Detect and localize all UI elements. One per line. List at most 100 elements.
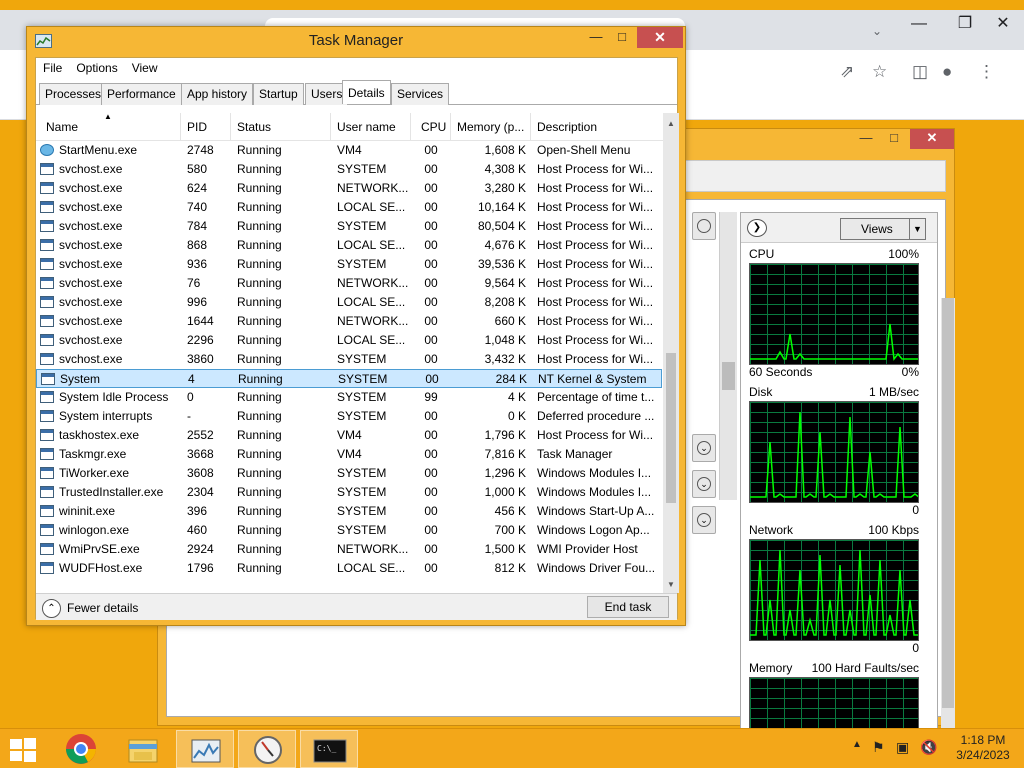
tab-app-history[interactable]: App history: [181, 83, 254, 105]
taskbar-chrome[interactable]: [52, 730, 110, 768]
share-icon[interactable]: ⇗: [840, 62, 854, 82]
profile-avatar-icon[interactable]: ●: [942, 62, 952, 82]
table-row[interactable]: System 4 Running SYSTEM 00 284 K NT Kernel & S…: [36, 369, 662, 388]
close-icon[interactable]: ✕: [980, 10, 1024, 42]
minimize-icon[interactable]: —: [852, 129, 880, 149]
system-clock[interactable]: 1:18 PM 3/24/2023: [946, 733, 1020, 763]
cell-pid: 3668: [187, 447, 214, 461]
tab-details[interactable]: Details: [342, 80, 391, 104]
cell-user: SYSTEM: [337, 257, 387, 271]
table-row[interactable]: svchost.exe 936 Running SYSTEM 00 39,536 K Hos…: [36, 255, 662, 274]
table-row[interactable]: svchost.exe 996 Running LOCAL SE... 00 8,208 …: [36, 293, 662, 312]
browser-menu-icon[interactable]: ⋮: [978, 62, 995, 82]
scroll-thumb[interactable]: [942, 298, 954, 708]
taskbar-clock-app[interactable]: [238, 730, 296, 768]
scroll-thumb[interactable]: [722, 362, 735, 390]
section-expander[interactable]: ⌄: [692, 434, 716, 462]
side-panel-icon[interactable]: ◫: [912, 62, 928, 82]
cell-pid: 76: [187, 276, 201, 290]
cell-name: svchost.exe: [59, 219, 123, 233]
network-icon[interactable]: ▣: [896, 739, 909, 756]
table-row[interactable]: Taskmgr.exe 3668 Running VM4 00 7,816 K Task M…: [36, 445, 662, 464]
table-row[interactable]: StartMenu.exe 2748 Running VM4 00 1,608 K Open…: [36, 141, 662, 160]
column-header-cpu[interactable]: CPU: [411, 113, 451, 141]
start-button[interactable]: [8, 737, 38, 763]
section-expander[interactable]: ⌄: [692, 470, 716, 498]
tab-startup[interactable]: Startup: [253, 83, 304, 105]
collapse-panel-icon[interactable]: ❯: [747, 219, 767, 237]
table-row[interactable]: svchost.exe 3860 Running SYSTEM 00 3,432 K Hos…: [36, 350, 662, 369]
cell-status: Running: [237, 314, 282, 328]
menu-options[interactable]: Options: [69, 58, 124, 78]
cell-status: Running: [237, 428, 282, 442]
cell-pid: 868: [187, 238, 208, 252]
dropdown-arrow-icon: ▼: [909, 219, 925, 239]
section-expander[interactable]: ⌄: [692, 506, 716, 534]
column-header-status[interactable]: Status: [231, 113, 331, 141]
table-row[interactable]: svchost.exe 868 Running LOCAL SE... 00 4,676 …: [36, 236, 662, 255]
table-row[interactable]: svchost.exe 624 Running NETWORK... 00 3,280 K…: [36, 179, 662, 198]
table-row[interactable]: svchost.exe 740 Running LOCAL SE... 00 10,164…: [36, 198, 662, 217]
table-row[interactable]: TiWorker.exe 3608 Running SYSTEM 00 1,296 K Wi…: [36, 464, 662, 483]
minimize-icon[interactable]: —: [896, 10, 942, 42]
action-center-flag-icon[interactable]: ⚑: [872, 739, 885, 756]
column-header-description[interactable]: Description: [531, 113, 662, 141]
table-row[interactable]: svchost.exe 580 Running SYSTEM 00 4,308 K Host…: [36, 160, 662, 179]
cell-status: Running: [237, 238, 282, 252]
menu-file[interactable]: File: [36, 58, 69, 78]
taskbar-command-prompt[interactable]: C:\_: [300, 730, 358, 768]
tab-processes[interactable]: Processes: [39, 83, 108, 105]
cell-desc: Percentage of time t...: [537, 390, 655, 404]
cell-mem: 1,048 K: [484, 333, 526, 347]
taskbar-file-explorer[interactable]: [114, 730, 172, 768]
section-expander[interactable]: [692, 212, 716, 240]
scroll-down-icon[interactable]: ▼: [663, 576, 679, 593]
show-hidden-icons-icon[interactable]: ▲: [852, 739, 862, 750]
menu-view[interactable]: View: [125, 58, 165, 78]
table-row[interactable]: TrustedInstaller.exe 2304 Running SYSTEM 00 1…: [36, 483, 662, 502]
scroll-up-icon[interactable]: ▲: [663, 115, 679, 132]
cell-status: Running: [237, 219, 282, 233]
table-row[interactable]: wininit.exe 396 Running SYSTEM 00 456 K Window…: [36, 502, 662, 521]
close-icon[interactable]: ✕: [637, 27, 683, 48]
process-icon: [40, 448, 54, 460]
graph-scrollbar[interactable]: [941, 298, 955, 768]
graph-canvas: [749, 539, 919, 641]
cell-name: svchost.exe: [59, 352, 123, 366]
cell-mem: 3,280 K: [484, 181, 526, 195]
views-dropdown[interactable]: Views ▼: [840, 218, 926, 240]
scroll-thumb[interactable]: [666, 353, 676, 503]
tab-search-icon[interactable]: ⌄: [872, 24, 882, 38]
taskbar-resource-monitor[interactable]: [176, 730, 234, 768]
volume-muted-icon[interactable]: 🔇: [920, 739, 937, 756]
table-row[interactable]: System Idle Process 0 Running SYSTEM 99 4 K Pe…: [36, 388, 662, 407]
table-row[interactable]: svchost.exe 784 Running SYSTEM 00 80,504 K Hos…: [36, 217, 662, 236]
table-row[interactable]: svchost.exe 2296 Running LOCAL SE... 00 1,048…: [36, 331, 662, 350]
table-row[interactable]: WmiPrvSE.exe 2924 Running NETWORK... 00 1,500…: [36, 540, 662, 559]
cell-pid: 740: [187, 200, 208, 214]
tab-services[interactable]: Services: [391, 83, 450, 105]
end-task-button[interactable]: End task: [587, 596, 669, 618]
table-row[interactable]: svchost.exe 76 Running NETWORK... 00 9,564 K H…: [36, 274, 662, 293]
table-scrollbar[interactable]: ▲ ▼: [663, 113, 679, 593]
minimize-icon[interactable]: —: [583, 27, 609, 48]
table-row[interactable]: winlogon.exe 460 Running SYSTEM 00 700 K Windo…: [36, 521, 662, 540]
column-header-user[interactable]: User name: [331, 113, 411, 141]
cell-user: SYSTEM: [337, 162, 387, 176]
maximize-icon[interactable]: □: [880, 129, 908, 149]
cell-status: Running: [237, 390, 282, 404]
fewer-details-button[interactable]: ⌃ Fewer details: [42, 598, 138, 619]
table-row[interactable]: System interrupts - Running SYSTEM 00 0 K Defe…: [36, 407, 662, 426]
table-row[interactable]: svchost.exe 1644 Running NETWORK... 00 660 K H…: [36, 312, 662, 331]
resmon-left-scrollbar[interactable]: [719, 212, 737, 500]
cell-status: Running: [237, 200, 282, 214]
close-icon[interactable]: ✕: [910, 129, 954, 149]
maximize-icon[interactable]: □: [609, 27, 635, 48]
table-row[interactable]: taskhostex.exe 2552 Running VM4 00 1,796 K Hos…: [36, 426, 662, 445]
table-row[interactable]: WUDFHost.exe 1796 Running LOCAL SE... 00 812 …: [36, 559, 662, 578]
column-header-pid[interactable]: PID: [181, 113, 231, 141]
column-header-name[interactable]: Name ▲: [36, 113, 181, 141]
bookmark-star-icon[interactable]: ☆: [872, 62, 887, 82]
tab-performance[interactable]: Performance: [101, 83, 182, 105]
column-header-memory[interactable]: Memory (p...: [451, 113, 531, 141]
